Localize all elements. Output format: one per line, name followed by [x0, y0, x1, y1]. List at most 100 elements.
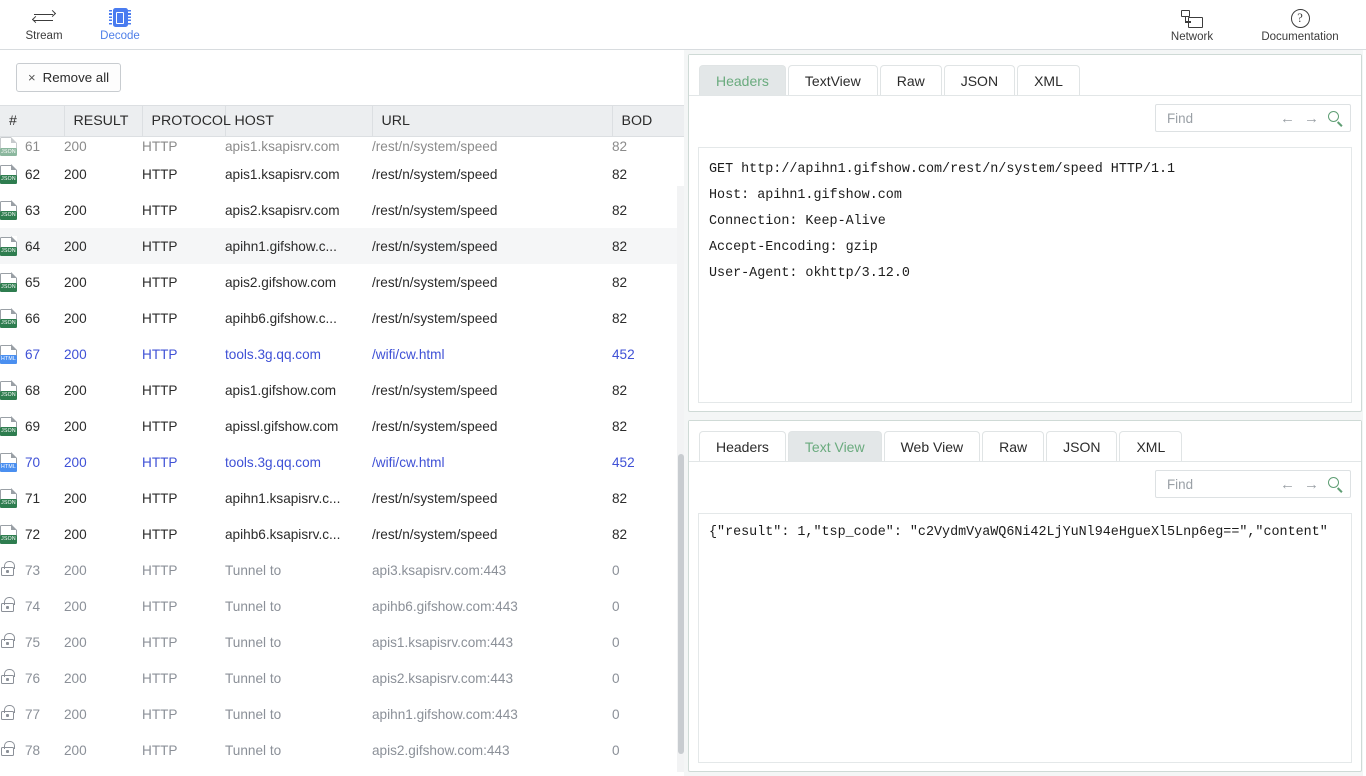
- table-row[interactable]: 76 200 HTTP Tunnel to apis2.ksapisrv.com:443…: [0, 660, 684, 696]
- response-tab-web-view[interactable]: Web View: [883, 431, 981, 461]
- request-tab-textview[interactable]: TextView: [787, 65, 878, 95]
- toolbar-item-documentation[interactable]: ? Documentation: [1246, 1, 1354, 49]
- row-number: 73: [25, 562, 41, 578]
- request-tab-json[interactable]: JSON: [943, 65, 1016, 95]
- table-row[interactable]: JSON 69 200 HTTP apissl.gifshow.com/rest/n/s…: [0, 408, 684, 444]
- cell-body: 0: [612, 670, 620, 686]
- table-row[interactable]: HTML 67 200 HTTP tools.3g.qq.com/wifi/cw.htm…: [0, 336, 684, 372]
- cell-url: /rest/n/system/speed: [372, 274, 498, 290]
- find-next-icon[interactable]: →: [1304, 477, 1319, 492]
- cell-url: apihb6.gifshow.com:443: [372, 598, 518, 614]
- table-row[interactable]: 75 200 HTTP Tunnel to apis1.ksapisrv.com:443…: [0, 624, 684, 660]
- remove-all-button[interactable]: × Remove all: [16, 63, 122, 92]
- cell-url: apis2.ksapisrv.com:443: [372, 670, 514, 686]
- cell-host: Tunnel to: [225, 706, 282, 722]
- find-prev-icon[interactable]: ←: [1280, 111, 1295, 126]
- column-header-host[interactable]: HOST: [225, 105, 373, 137]
- table-row[interactable]: JSON 65 200 HTTP apis2.gifshow.com/rest/n/sy…: [0, 264, 684, 300]
- cell-num: 76: [0, 660, 64, 696]
- flows-table-horizontal-scrollbar[interactable]: [0, 772, 684, 776]
- response-tab-raw[interactable]: Raw: [982, 431, 1045, 461]
- response-find-box[interactable]: Find ← →: [1155, 470, 1351, 498]
- table-row[interactable]: JSON 71 200 HTTP apihn1.ksapisrv.c... /rest/n…: [0, 480, 684, 516]
- column-header-result[interactable]: RESULT: [64, 105, 143, 137]
- table-row[interactable]: HTML 70 200 HTTP tools.3g.qq.com/wifi/cw.htm…: [0, 444, 684, 480]
- toolbar-right-group: Network ? Documentation: [1138, 0, 1354, 50]
- cell-protocol: HTTP: [142, 310, 178, 326]
- cell-protocol: HTTP: [142, 139, 178, 154]
- table-row[interactable]: JSON 61 200 HTTP apis1.ksapisrv.com/rest/n/s…: [0, 137, 684, 156]
- response-tab-json[interactable]: JSON: [1046, 431, 1118, 461]
- search-icon[interactable]: [1328, 477, 1342, 491]
- table-row[interactable]: JSON 68 200 HTTP apis1.gifshow.com/rest/n/sy…: [0, 372, 684, 408]
- row-number: 69: [25, 418, 41, 434]
- request-find-box[interactable]: Find ← →: [1155, 104, 1351, 132]
- response-panel: Headers Text View Web View Raw JSON XML Find …: [688, 420, 1362, 772]
- toolbar-item-stream[interactable]: Stream: [6, 1, 82, 49]
- table-row[interactable]: 74 200 HTTP Tunnel to apihb6.gifshow.com:443…: [0, 588, 684, 624]
- cell-body: 0: [612, 706, 620, 722]
- column-header-num[interactable]: #: [0, 105, 65, 137]
- flows-table-scroll-region[interactable]: JSON 61 200 HTTP apis1.ksapisrv.com/rest/n/s…: [0, 137, 684, 776]
- column-header-body[interactable]: BOD: [612, 105, 684, 137]
- html-file-icon: HTML: [0, 452, 18, 472]
- cell-host: Tunnel to: [225, 670, 282, 686]
- column-header-protocol[interactable]: PROTOCOL: [142, 105, 231, 137]
- request-tab-raw[interactable]: Raw: [879, 65, 942, 95]
- table-row[interactable]: 73 200 HTTP Tunnel to api3.ksapisrv.com:443 0: [0, 552, 684, 588]
- cell-body: 82: [612, 139, 628, 154]
- cell-protocol: HTTP: [142, 166, 178, 182]
- request-find-input[interactable]: Find: [1167, 111, 1271, 126]
- json-file-icon: JSON: [0, 164, 18, 184]
- json-file-icon: JSON: [0, 236, 18, 256]
- response-tab-xml[interactable]: XML: [1119, 431, 1183, 461]
- find-prev-icon[interactable]: ←: [1280, 477, 1295, 492]
- cell-host: apis2.ksapisrv.com: [225, 202, 340, 218]
- cell-protocol: HTTP: [142, 598, 178, 614]
- json-file-icon: JSON: [0, 380, 18, 400]
- flows-table-scrollbar-thumb[interactable]: [677, 454, 684, 754]
- find-next-icon[interactable]: →: [1304, 111, 1319, 126]
- cell-host: apissl.gifshow.com: [225, 418, 339, 434]
- response-find-input[interactable]: Find: [1167, 477, 1271, 492]
- flows-table-scrollbar[interactable]: [677, 186, 684, 776]
- cell-url: /wifi/cw.html: [372, 346, 445, 362]
- cell-protocol: HTTP: [142, 526, 178, 542]
- cell-num: JSON 71: [0, 480, 64, 516]
- table-row[interactable]: JSON 72 200 HTTP apihb6.ksapisrv.c... /rest/n…: [0, 516, 684, 552]
- cell-url: /rest/n/system/speed: [372, 202, 498, 218]
- cell-url: /rest/n/system/speed: [372, 382, 498, 398]
- cell-result: 200: [64, 274, 87, 290]
- row-number: 68: [25, 382, 41, 398]
- table-row[interactable]: JSON 66 200 HTTP apihb6.gifshow.c... /rest/n/…: [0, 300, 684, 336]
- toolbar-item-network[interactable]: Network: [1138, 1, 1246, 49]
- cell-body: 0: [612, 562, 620, 578]
- response-tabstrip: Headers Text View Web View Raw JSON XML: [689, 421, 1361, 462]
- request-content-area[interactable]: GET http://apihn1.gifshow.com/rest/n/sys…: [698, 147, 1352, 403]
- unlock-icon: [0, 668, 17, 688]
- cell-body: 82: [612, 382, 628, 398]
- column-header-url[interactable]: URL: [372, 105, 613, 137]
- response-content-area[interactable]: {"result": 1,"tsp_code": "c2VydmVyaWQ6Ni…: [698, 513, 1352, 763]
- cell-protocol: HTTP: [142, 238, 178, 254]
- request-tab-xml[interactable]: XML: [1017, 65, 1080, 95]
- row-number: 77: [25, 706, 41, 722]
- toolbar-item-stream-label: Stream: [25, 30, 63, 42]
- table-row[interactable]: JSON 64 200 HTTP apihn1.gifshow.c... /rest/n/…: [0, 228, 684, 264]
- table-row[interactable]: 78 200 HTTP Tunnel to apis2.gifshow.com:443 0: [0, 732, 684, 768]
- toolbar-item-decode[interactable]: Decode: [82, 1, 158, 49]
- table-row[interactable]: JSON 63 200 HTTP apis2.ksapisrv.com/rest/n/s…: [0, 192, 684, 228]
- cell-num: HTML 70: [0, 444, 64, 480]
- table-row[interactable]: 77 200 HTTP Tunnel to apihn1.gifshow.com:443…: [0, 696, 684, 732]
- response-tab-text-view[interactable]: Text View: [787, 431, 882, 461]
- request-tab-headers[interactable]: Headers: [699, 65, 786, 95]
- html-file-icon: HTML: [0, 344, 18, 364]
- search-icon[interactable]: [1328, 111, 1342, 125]
- row-number: 71: [25, 490, 41, 506]
- cell-num: JSON 68: [0, 372, 64, 408]
- cell-num: JSON 62: [0, 156, 64, 192]
- row-number: 78: [25, 742, 41, 758]
- response-tab-headers[interactable]: Headers: [699, 431, 786, 461]
- cell-body: 82: [612, 202, 628, 218]
- table-row[interactable]: JSON 62 200 HTTP apis1.ksapisrv.com/rest/n/s…: [0, 156, 684, 192]
